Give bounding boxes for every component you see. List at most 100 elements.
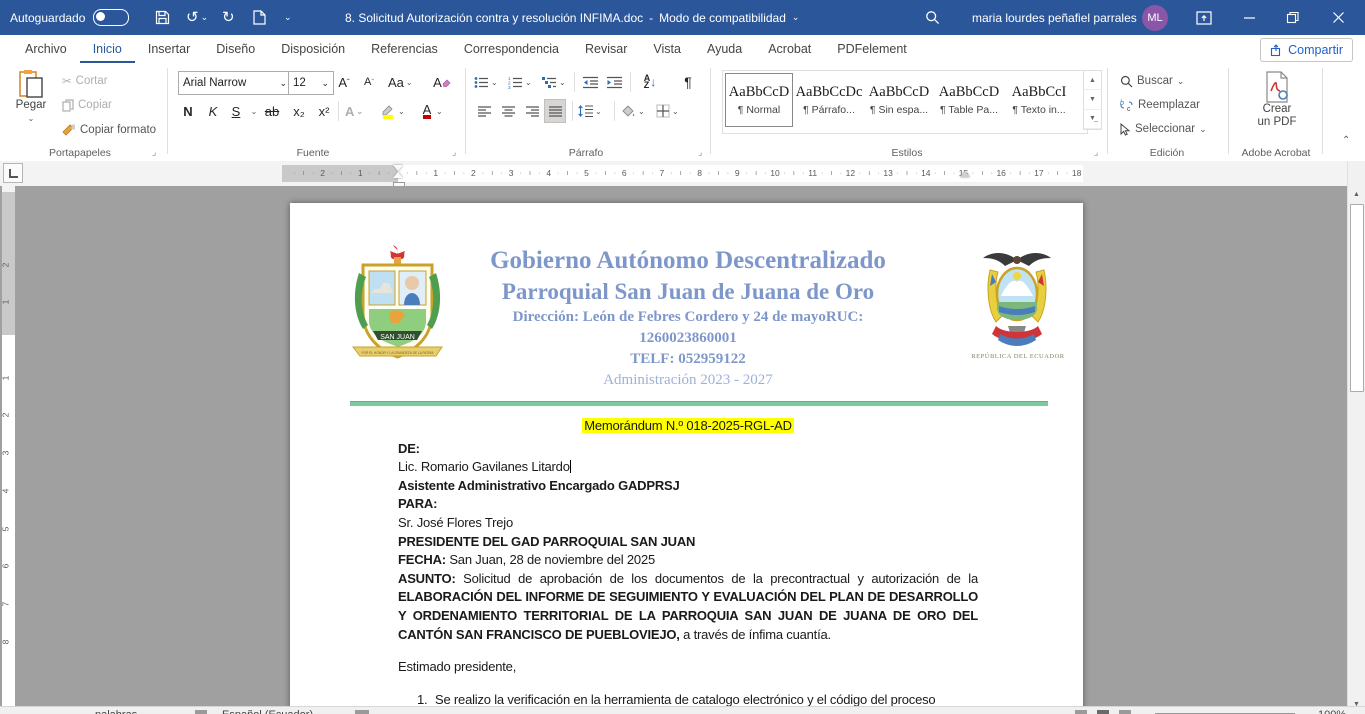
memo-title[interactable]: Memorándum N.º 018-2025-RGL-AD [398, 417, 978, 436]
numbering-button[interactable]: 123 ⌄ [508, 71, 532, 93]
memo-line[interactable]: Asistente Administrativo Encargado GADPR… [398, 477, 978, 496]
web-layout-icon[interactable] [1119, 710, 1131, 714]
shrink-font-button[interactable]: Aˇ [359, 71, 379, 93]
memo-line[interactable] [398, 677, 978, 691]
language-status[interactable]: Español (Ecuador) [222, 709, 313, 714]
memo-line[interactable]: FECHA: San Juan, 28 de noviembre del 202… [398, 551, 978, 570]
font-dialog-launcher[interactable]: ⌟ [452, 147, 456, 158]
new-doc-button[interactable] [253, 0, 266, 35]
collapse-ribbon-button[interactable]: ⌃ [1342, 135, 1350, 146]
close-button[interactable] [1332, 0, 1345, 35]
ecuador-coat-of-arms[interactable] [978, 248, 1056, 348]
account-name[interactable]: maria lourdes peñafiel parrales [972, 0, 1137, 35]
tab-insertar[interactable]: Insertar [135, 36, 203, 63]
create-pdf-button[interactable]: Crear un PDF [1238, 71, 1316, 129]
memo-body[interactable]: Memorándum N.º 018-2025-RGL-AD DE:Lic. R… [398, 417, 978, 709]
vertical-ruler[interactable]: 2112345678 [2, 186, 15, 706]
italic-button[interactable]: K [203, 100, 223, 122]
text-effects-button[interactable]: A⌄ [344, 100, 364, 122]
cut-button[interactable]: ✂Cortar [62, 71, 108, 91]
scroll-up-button[interactable]: ▲ [1349, 187, 1364, 202]
font-family-combo[interactable]: Arial Narrow⌄ [178, 71, 292, 95]
change-case-button[interactable]: Aa⌄ [388, 71, 413, 93]
show-paragraph-marks-button[interactable]: ¶ [678, 71, 698, 93]
styles-gallery-expand[interactable]: ▼̲ [1084, 110, 1101, 129]
memo-line[interactable]: Lic. Romario Gavilanes Litardo [398, 458, 978, 477]
find-button[interactable]: Buscar⌄ [1120, 71, 1184, 91]
shading-button[interactable]: ⌄ [620, 100, 645, 122]
minimize-button[interactable] [1243, 0, 1256, 35]
account-avatar[interactable]: ML [1142, 0, 1168, 35]
document-page[interactable]: SAN JUAN POR EL HONOR Y LA GRANDEZA DE L… [290, 203, 1083, 714]
save-button[interactable] [155, 0, 170, 35]
align-center-button[interactable] [498, 100, 518, 122]
font-color-button[interactable]: A ⌄ [420, 100, 443, 122]
word-count[interactable]: palabras [95, 709, 137, 714]
horizontal-ruler[interactable]: 21123456789101112131415161718ı··ı··ı··ı·… [0, 165, 1365, 182]
bold-button[interactable]: N [178, 100, 198, 122]
subscript-button[interactable]: x₂ [289, 100, 309, 122]
first-line-indent-marker[interactable] [393, 165, 403, 171]
styles-scroll-up[interactable]: ▲ [1084, 71, 1101, 90]
align-right-button[interactable] [522, 100, 542, 122]
align-left-button[interactable] [474, 100, 494, 122]
styles-scroll-down[interactable]: ▼ [1084, 90, 1101, 109]
share-button[interactable]: Compartir [1260, 38, 1353, 62]
tab-disposición[interactable]: Disposición [268, 36, 358, 63]
style--sin-espa-[interactable]: AaBbCcD¶ Sin espa... [865, 73, 933, 127]
print-layout-icon[interactable] [1097, 710, 1109, 714]
decrease-indent-button[interactable] [580, 71, 600, 93]
title-dropdown-icon[interactable]: ⌄ [792, 13, 800, 22]
replace-button[interactable]: bc Reemplazar [1120, 95, 1200, 115]
tab-acrobat[interactable]: Acrobat [755, 36, 824, 63]
style--normal[interactable]: AaBbCcD¶ Normal [725, 73, 793, 127]
style--table-pa-[interactable]: AaBbCcD¶ Table Pa... [935, 73, 1003, 127]
zoom-level[interactable]: 100% [1318, 709, 1346, 714]
clipboard-dialog-launcher[interactable]: ⌟ [152, 147, 156, 158]
superscript-button[interactable]: x² [314, 100, 334, 122]
redo-button[interactable]: ↻ [222, 0, 235, 35]
memo-line[interactable]: PARA: [398, 495, 978, 514]
memo-line[interactable]: Sr. José Flores Trejo [398, 514, 978, 533]
increase-indent-button[interactable] [604, 71, 624, 93]
underline-dropdown[interactable]: ⌄ [243, 100, 263, 122]
memo-line[interactable] [398, 644, 978, 658]
memo-line[interactable]: DE: [398, 440, 978, 459]
read-mode-icon[interactable] [1075, 710, 1087, 714]
tab-correspondencia[interactable]: Correspondencia [451, 36, 572, 63]
line-spacing-button[interactable]: ⌄ [578, 100, 602, 122]
bullets-button[interactable]: ⌄ [474, 71, 498, 93]
right-indent-marker[interactable] [960, 171, 970, 177]
clear-formatting-button[interactable]: A [432, 71, 452, 93]
hanging-indent-marker[interactable] [393, 172, 403, 178]
tab-referencias[interactable]: Referencias [358, 36, 451, 63]
memo-line[interactable]: PRESIDENTE DEL GAD PARROQUIAL SAN JUAN [398, 533, 978, 552]
format-painter-button[interactable]: Copiar formato [62, 120, 156, 140]
style--texto-in-[interactable]: AaBbCcI¶ Texto in... [1005, 73, 1073, 127]
tab-inicio[interactable]: Inicio [80, 34, 135, 64]
tab-pdfelement[interactable]: PDFelement [824, 36, 919, 63]
memo-line[interactable]: Estimado presidente, [398, 658, 978, 677]
tab-diseño[interactable]: Diseño [203, 36, 268, 63]
tab-ayuda[interactable]: Ayuda [694, 36, 755, 63]
style--párrafo-[interactable]: AaBbCcDc¶ Párrafo... [795, 73, 863, 127]
paste-button[interactable]: Pegar ⌄ [8, 69, 54, 125]
autosave-toggle[interactable]: Autoguardado [10, 0, 129, 35]
font-size-combo[interactable]: 12⌄ [288, 71, 334, 95]
undo-button[interactable]: ↺⌄ [186, 0, 208, 35]
tab-revisar[interactable]: Revisar [572, 36, 640, 63]
document-header[interactable]: Gobierno Autónomo Descentralizado Parroq… [398, 245, 978, 391]
proofing-icon[interactable] [195, 710, 207, 714]
vertical-scrollbar[interactable]: ▲ ▼ [1347, 161, 1365, 714]
sort-button[interactable]: AZ ↓ [640, 71, 660, 93]
paragraph-dialog-launcher[interactable]: ⌟ [698, 147, 702, 158]
memo-line[interactable]: ASUNTO: Solicitud de aprobación de los d… [398, 570, 978, 644]
tab-vista[interactable]: Vista [640, 36, 694, 63]
tab-archivo[interactable]: Archivo [12, 36, 80, 63]
multilevel-list-button[interactable]: ⌄ [542, 71, 566, 93]
borders-button[interactable]: ⌄ [656, 100, 679, 122]
ribbon-display-options-button[interactable] [1196, 0, 1212, 35]
justify-button[interactable] [544, 99, 566, 123]
strikethrough-button[interactable]: ab [262, 100, 282, 122]
select-button[interactable]: Seleccionar⌄ [1120, 119, 1207, 139]
